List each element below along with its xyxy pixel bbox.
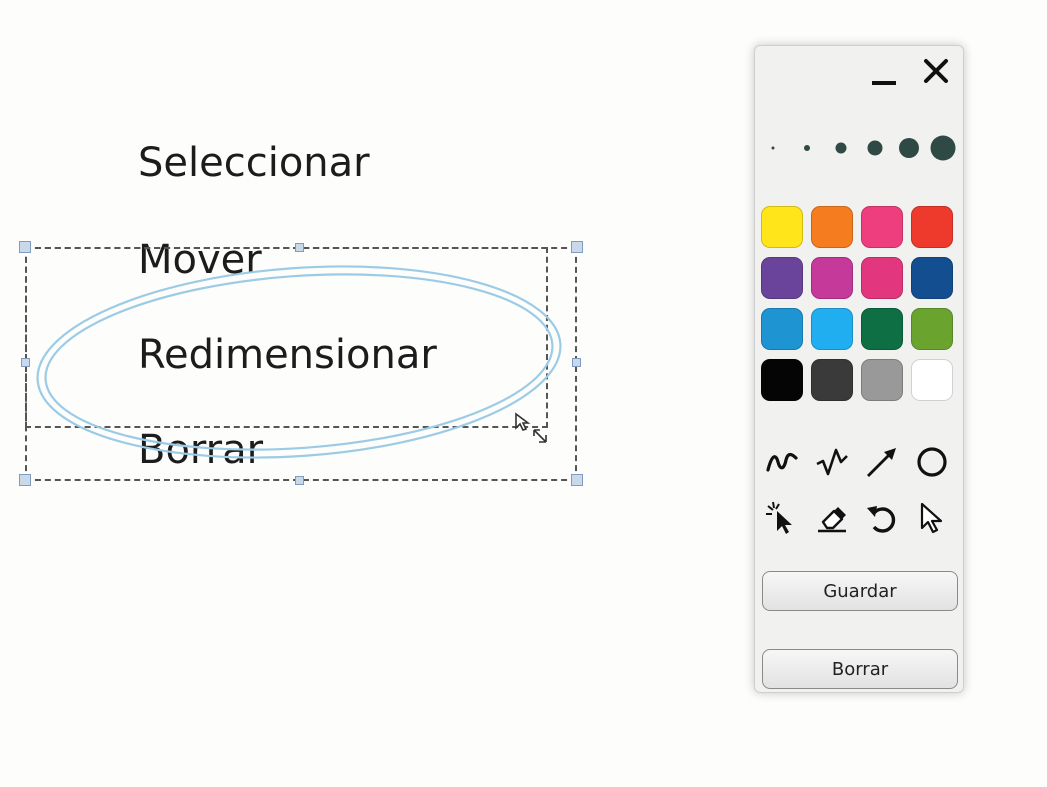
tool-pointer[interactable]: [761, 497, 803, 539]
tool-eraser[interactable]: [811, 497, 853, 539]
brush-size-3[interactable]: [835, 142, 847, 154]
color-swatch-11[interactable]: [861, 308, 903, 350]
brush-size-selector: [755, 126, 965, 170]
tool-arrow[interactable]: [861, 441, 903, 483]
color-swatch-9[interactable]: [761, 308, 803, 350]
color-swatch-15[interactable]: [861, 359, 903, 401]
freehand-line-icon: [766, 452, 798, 472]
ellipse-icon: [917, 447, 947, 477]
color-swatch-8[interactable]: [911, 257, 953, 299]
polyline-icon: [816, 448, 848, 476]
resize-handle-bottom-right[interactable]: [571, 474, 583, 486]
color-swatch-5[interactable]: [761, 257, 803, 299]
resize-handle-middle-left[interactable]: [21, 358, 30, 367]
drawing-canvas[interactable]: Seleccionar Mover Redimensionar Borrar: [0, 0, 740, 787]
resize-handle-bottom-middle[interactable]: [295, 476, 304, 485]
tool-polyline[interactable]: [811, 441, 853, 483]
eraser-icon: [818, 507, 846, 533]
color-swatch-13[interactable]: [761, 359, 803, 401]
save-button[interactable]: Guardar: [762, 571, 958, 611]
tool-undo[interactable]: [861, 497, 903, 539]
color-palette: [761, 206, 961, 401]
undo-icon: [867, 506, 896, 533]
color-swatch-16[interactable]: [911, 359, 953, 401]
tool-freehand[interactable]: [761, 441, 803, 483]
brush-size-6[interactable]: [930, 135, 956, 161]
ellipse-stroke-outer: [36, 265, 562, 459]
resize-handle-middle-right[interactable]: [572, 358, 581, 367]
tool-select[interactable]: [911, 497, 953, 539]
color-swatch-14[interactable]: [811, 359, 853, 401]
resize-handle-bottom-left[interactable]: [19, 474, 31, 486]
close-icon: [924, 59, 948, 83]
color-swatch-1[interactable]: [761, 206, 803, 248]
minus-icon: [872, 81, 896, 85]
arrow-icon: [867, 448, 896, 477]
resize-handle-top-right[interactable]: [571, 241, 583, 253]
color-swatch-6[interactable]: [811, 257, 853, 299]
brush-size-5[interactable]: [899, 138, 919, 158]
pen-tools-panel: Guardar Borrar: [754, 45, 964, 693]
tool-ellipse[interactable]: [911, 441, 953, 483]
brush-size-1[interactable]: [771, 146, 775, 150]
clear-button[interactable]: Borrar: [762, 649, 958, 689]
color-swatch-12[interactable]: [911, 308, 953, 350]
close-button[interactable]: [921, 56, 951, 86]
minimize-button[interactable]: [869, 66, 899, 96]
tool-grid: [761, 441, 961, 539]
brush-size-4[interactable]: [867, 140, 883, 156]
color-swatch-10[interactable]: [811, 308, 853, 350]
ellipse-annotation[interactable]: [0, 0, 740, 787]
laser-pointer-icon: [766, 501, 792, 534]
resize-handle-top-left[interactable]: [19, 241, 31, 253]
brush-size-2[interactable]: [804, 145, 810, 151]
color-swatch-3[interactable]: [861, 206, 903, 248]
resize-handle-top-middle[interactable]: [295, 243, 304, 252]
resize-cursor-icon: [515, 412, 547, 443]
select-cursor-icon: [920, 502, 943, 534]
color-swatch-2[interactable]: [811, 206, 853, 248]
ellipse-stroke-inner: [44, 273, 554, 451]
color-swatch-7[interactable]: [861, 257, 903, 299]
color-swatch-4[interactable]: [911, 206, 953, 248]
